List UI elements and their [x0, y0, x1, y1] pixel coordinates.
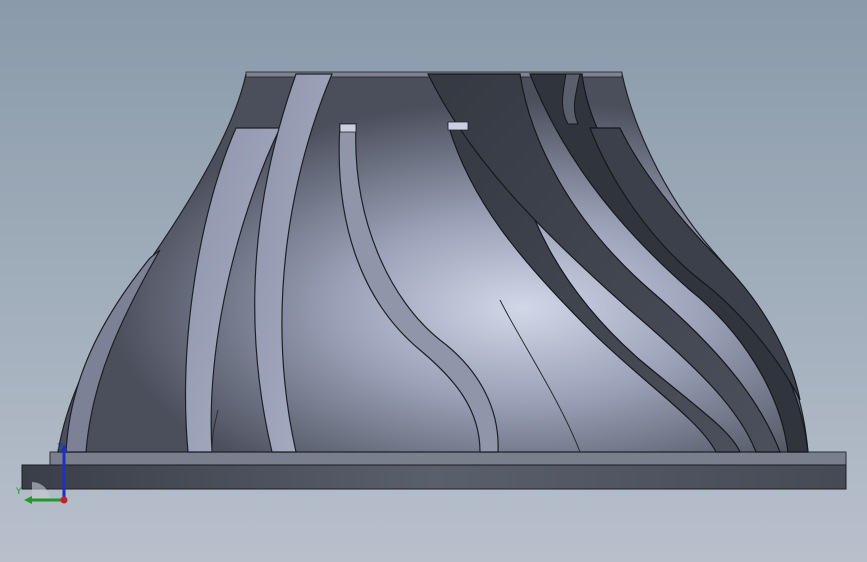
x-axis-arrow [24, 496, 32, 504]
base-plate [21, 464, 847, 490]
y-axis-label: Y [15, 487, 22, 497]
blade-10 [447, 121, 469, 131]
origin-point [60, 496, 68, 504]
z-axis-label: Z [57, 443, 63, 453]
reference-triad: Z Y [15, 443, 68, 504]
graphics-viewport[interactable]: Z Y [0, 0, 867, 562]
triad-quadrant [32, 482, 50, 500]
impeller-model[interactable] [0, 0, 867, 562]
blade-9 [339, 123, 357, 133]
base-plate-top [49, 451, 847, 467]
